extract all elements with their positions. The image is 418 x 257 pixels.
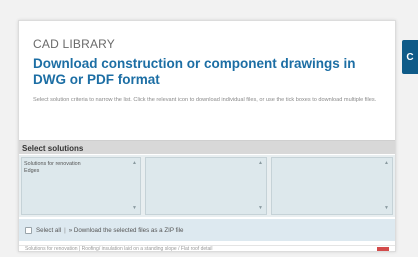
scroll-up-icon[interactable]: ▲: [384, 160, 389, 167]
result-row-text: Solutions for renovation | Roofing/ insu…: [25, 246, 213, 252]
scroll-down-icon[interactable]: ▼: [384, 205, 389, 212]
page-title: Download construction or component drawi…: [33, 56, 356, 87]
scroll-down-icon[interactable]: ▼: [258, 205, 263, 212]
scroll-down-icon[interactable]: ▼: [132, 205, 137, 212]
select-all-row: Select all | » Download the selected fil…: [19, 219, 395, 241]
solution-listbox-2[interactable]: ▲ ▼: [145, 157, 267, 215]
side-tab[interactable]: C: [402, 40, 418, 74]
cad-library-panel: CAD LIBRARY Download construction or com…: [18, 20, 396, 252]
page-description: Select solution criteria to narrow the l…: [33, 97, 377, 103]
page-overline: CAD LIBRARY: [33, 37, 116, 51]
scroll-up-icon[interactable]: ▲: [258, 160, 263, 167]
solution-listbox-3[interactable]: ▲ ▼: [271, 157, 393, 215]
solution-listbox-1[interactable]: Solutions for renovation Edges ▲ ▼: [21, 157, 141, 215]
select-all-label[interactable]: Select all: [36, 227, 61, 234]
scroll-up-icon[interactable]: ▲: [132, 160, 137, 167]
list-item[interactable]: Edges: [24, 168, 138, 175]
download-zip-link[interactable]: » Download the selected files as a ZIP f…: [69, 227, 184, 234]
separator: |: [64, 226, 66, 234]
select-all-checkbox[interactable]: [25, 226, 32, 234]
pdf-icon[interactable]: [377, 247, 389, 251]
header: CAD LIBRARY Download construction or com…: [33, 37, 385, 104]
result-row[interactable]: Solutions for renovation | Roofing/ insu…: [19, 245, 395, 252]
list-item[interactable]: Solutions for renovation: [24, 161, 138, 168]
solution-lists: Solutions for renovation Edges ▲ ▼ ▲ ▼ ▲…: [19, 155, 395, 217]
select-solutions-heading: Select solutions: [19, 140, 395, 154]
